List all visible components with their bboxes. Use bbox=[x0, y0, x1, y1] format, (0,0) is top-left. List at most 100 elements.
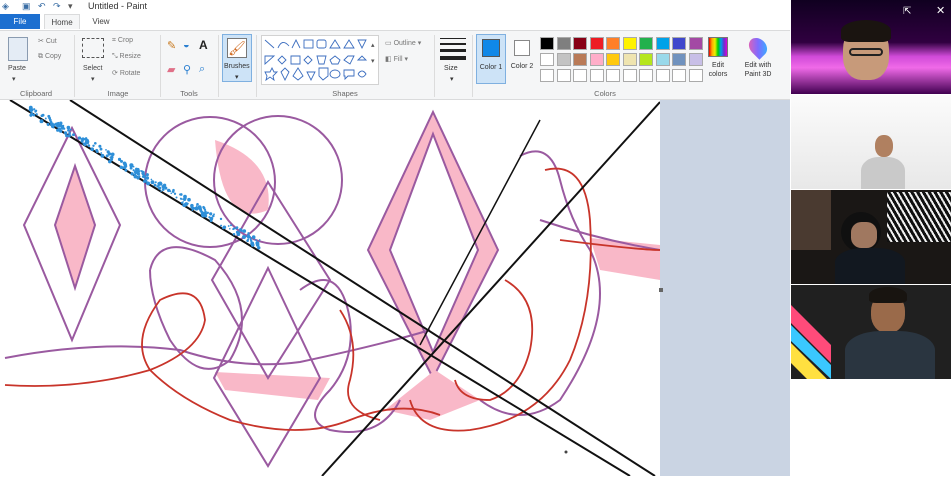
palette-swatch[interactable] bbox=[573, 37, 587, 50]
select-button[interactable]: Select bbox=[83, 65, 102, 72]
resize-button[interactable]: ⤡ Resize bbox=[112, 53, 141, 61]
palette-swatch[interactable] bbox=[573, 53, 587, 66]
palette-swatch[interactable] bbox=[589, 53, 604, 66]
paste-dropdown-icon[interactable]: ▾ bbox=[12, 75, 16, 83]
brushes-label: Brushes bbox=[224, 63, 250, 70]
fill-bucket-icon[interactable]: ◒ bbox=[183, 39, 190, 51]
spray-dot bbox=[179, 193, 182, 196]
edit-colors-button[interactable]: Edit colors bbox=[706, 37, 730, 83]
color2-button[interactable]: Color 2 bbox=[508, 34, 538, 84]
canvas-resize-handle[interactable] bbox=[659, 288, 663, 292]
shapes-gallery[interactable] bbox=[261, 35, 379, 85]
paste-button[interactable]: Paste bbox=[8, 65, 26, 72]
text-tool-icon[interactable]: A bbox=[199, 38, 208, 52]
palette-swatch[interactable] bbox=[540, 37, 554, 50]
spray-dot bbox=[34, 109, 38, 112]
redo-icon[interactable]: ↷ bbox=[53, 0, 61, 12]
rotate-icon: ⟳ bbox=[112, 70, 120, 77]
crop-button[interactable]: ⌗ Crop bbox=[112, 37, 133, 45]
participant-hair bbox=[869, 287, 907, 303]
spray-dot bbox=[88, 144, 90, 147]
select-dropdown-icon[interactable]: ▾ bbox=[91, 75, 95, 83]
palette-swatch[interactable] bbox=[688, 37, 703, 50]
video-tile-4[interactable] bbox=[791, 285, 951, 379]
tab-view[interactable]: View bbox=[84, 14, 118, 29]
palette-swatch[interactable] bbox=[540, 69, 554, 82]
palette-swatch[interactable] bbox=[606, 37, 620, 50]
palette-swatch[interactable] bbox=[672, 37, 686, 50]
palette-swatch[interactable] bbox=[655, 37, 670, 50]
palette-swatch[interactable] bbox=[655, 53, 670, 66]
fill-button[interactable]: ◧ Fill ▾ bbox=[385, 55, 408, 63]
palette-swatch[interactable] bbox=[688, 69, 703, 82]
spray-dot bbox=[123, 162, 128, 167]
palette-swatch[interactable] bbox=[606, 69, 620, 82]
undo-icon[interactable]: ↶ bbox=[38, 0, 46, 12]
cut-button[interactable]: ✂ Cut bbox=[38, 37, 57, 45]
select-icon[interactable] bbox=[82, 38, 104, 58]
eraser-icon[interactable]: ▰ bbox=[167, 63, 175, 76]
divider bbox=[434, 35, 435, 97]
palette-swatch[interactable] bbox=[622, 53, 637, 66]
video-tile-2[interactable] bbox=[791, 95, 951, 189]
palette-swatch[interactable] bbox=[606, 53, 620, 66]
spray-dot bbox=[227, 225, 230, 227]
spray-dot bbox=[100, 152, 103, 154]
magnifier-icon[interactable]: ⌕ bbox=[199, 63, 205, 76]
background-object bbox=[791, 190, 831, 250]
palette-swatch[interactable] bbox=[622, 37, 637, 50]
size-line-2 bbox=[440, 43, 466, 45]
edit-with-paint3d-button[interactable]: Edit with Paint 3D bbox=[740, 34, 776, 83]
pink-lens bbox=[215, 140, 269, 214]
color-picker-icon[interactable]: ⚲ bbox=[183, 63, 191, 76]
spray-dot bbox=[209, 212, 213, 216]
quick-access-dropdown-icon[interactable]: ▾ bbox=[68, 0, 73, 12]
color1-button[interactable]: Color 1 bbox=[476, 34, 506, 84]
shapes-scroll-up-icon[interactable]: ▴ bbox=[371, 41, 375, 49]
paste-icon[interactable] bbox=[8, 37, 28, 61]
spray-dot bbox=[230, 224, 232, 227]
palette-swatch[interactable] bbox=[639, 53, 653, 66]
spray-dot bbox=[199, 209, 203, 213]
palette-swatch[interactable] bbox=[639, 69, 653, 82]
palette-swatch[interactable] bbox=[589, 69, 604, 82]
palette-swatch[interactable] bbox=[556, 69, 571, 82]
save-icon[interactable]: ▣ bbox=[22, 0, 31, 12]
palette-swatch[interactable] bbox=[573, 69, 587, 82]
palette-swatch[interactable] bbox=[589, 37, 604, 50]
close-icon[interactable]: ✕ bbox=[936, 4, 945, 17]
spray-dot bbox=[129, 163, 134, 168]
tab-home[interactable]: Home bbox=[44, 14, 80, 29]
palette-swatch[interactable] bbox=[688, 53, 703, 66]
spray-dot bbox=[130, 172, 134, 176]
brushes-button[interactable]: 🖌 Brushes ▾ bbox=[222, 34, 252, 82]
spray-dot bbox=[142, 175, 146, 178]
spray-dot bbox=[63, 131, 68, 135]
copy-button[interactable]: ⧉ Copy bbox=[38, 53, 61, 61]
size-button[interactable]: Size ▾ bbox=[440, 35, 466, 85]
palette-swatch[interactable] bbox=[556, 53, 571, 66]
spray-dot bbox=[82, 137, 86, 141]
palette-swatch[interactable] bbox=[655, 69, 670, 82]
tab-file[interactable]: File bbox=[0, 14, 40, 29]
minimize-icon[interactable]: ⇱ bbox=[903, 6, 911, 17]
spray-dot bbox=[182, 201, 184, 203]
palette-swatch[interactable] bbox=[672, 53, 686, 66]
divider bbox=[160, 35, 161, 97]
spray-dot bbox=[105, 149, 107, 151]
palette-swatch[interactable] bbox=[622, 69, 637, 82]
rotate-button[interactable]: ⟳ Rotate bbox=[112, 69, 140, 77]
palette-swatch[interactable] bbox=[556, 37, 571, 50]
video-tile-1[interactable]: ⇱ ✕ bbox=[791, 0, 951, 94]
palette-swatch[interactable] bbox=[639, 37, 653, 50]
pink-band-bottom-left bbox=[215, 372, 330, 400]
drawing-canvas[interactable] bbox=[0, 99, 661, 477]
shapes-scroll-down-icon[interactable]: ▾ bbox=[371, 57, 375, 65]
spray-dot bbox=[251, 243, 254, 246]
palette-swatch[interactable] bbox=[540, 53, 554, 66]
video-tile-3[interactable] bbox=[791, 190, 951, 284]
spray-dot bbox=[138, 175, 141, 178]
outline-button[interactable]: ▭ Outline ▾ bbox=[385, 39, 421, 47]
pencil-icon[interactable]: ✎ bbox=[167, 39, 176, 52]
palette-swatch[interactable] bbox=[672, 69, 686, 82]
